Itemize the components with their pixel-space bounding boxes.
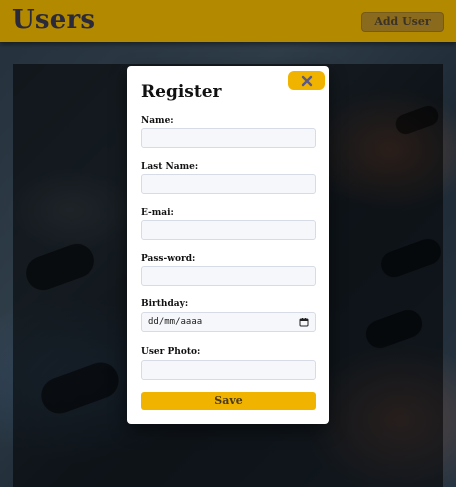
page-title: Users xyxy=(12,5,96,35)
name-input[interactable] xyxy=(141,128,316,148)
name-label: Name: xyxy=(141,116,174,126)
birthday-value: dd/mm/aaaa xyxy=(148,317,203,327)
save-button[interactable]: Save xyxy=(141,392,316,410)
app-header: Users Add User xyxy=(0,0,456,42)
birthday-input[interactable]: dd/mm/aaaa xyxy=(141,312,316,332)
email-label: E-mai: xyxy=(141,208,174,218)
user-photo-label: User Photo: xyxy=(141,347,201,357)
modal-title: Register xyxy=(141,82,222,102)
add-user-button[interactable]: Add User xyxy=(361,12,444,32)
close-icon xyxy=(301,75,312,86)
birthday-label: Birthday: xyxy=(141,299,189,309)
calendar-icon[interactable] xyxy=(299,317,309,327)
user-photo-input[interactable] xyxy=(141,360,316,380)
close-modal-button[interactable] xyxy=(288,71,325,90)
last-name-label: Last Name: xyxy=(141,162,199,172)
email-input[interactable] xyxy=(141,220,316,240)
password-input[interactable] xyxy=(141,266,316,286)
last-name-input[interactable] xyxy=(141,174,316,194)
password-label: Pass-word: xyxy=(141,254,196,264)
